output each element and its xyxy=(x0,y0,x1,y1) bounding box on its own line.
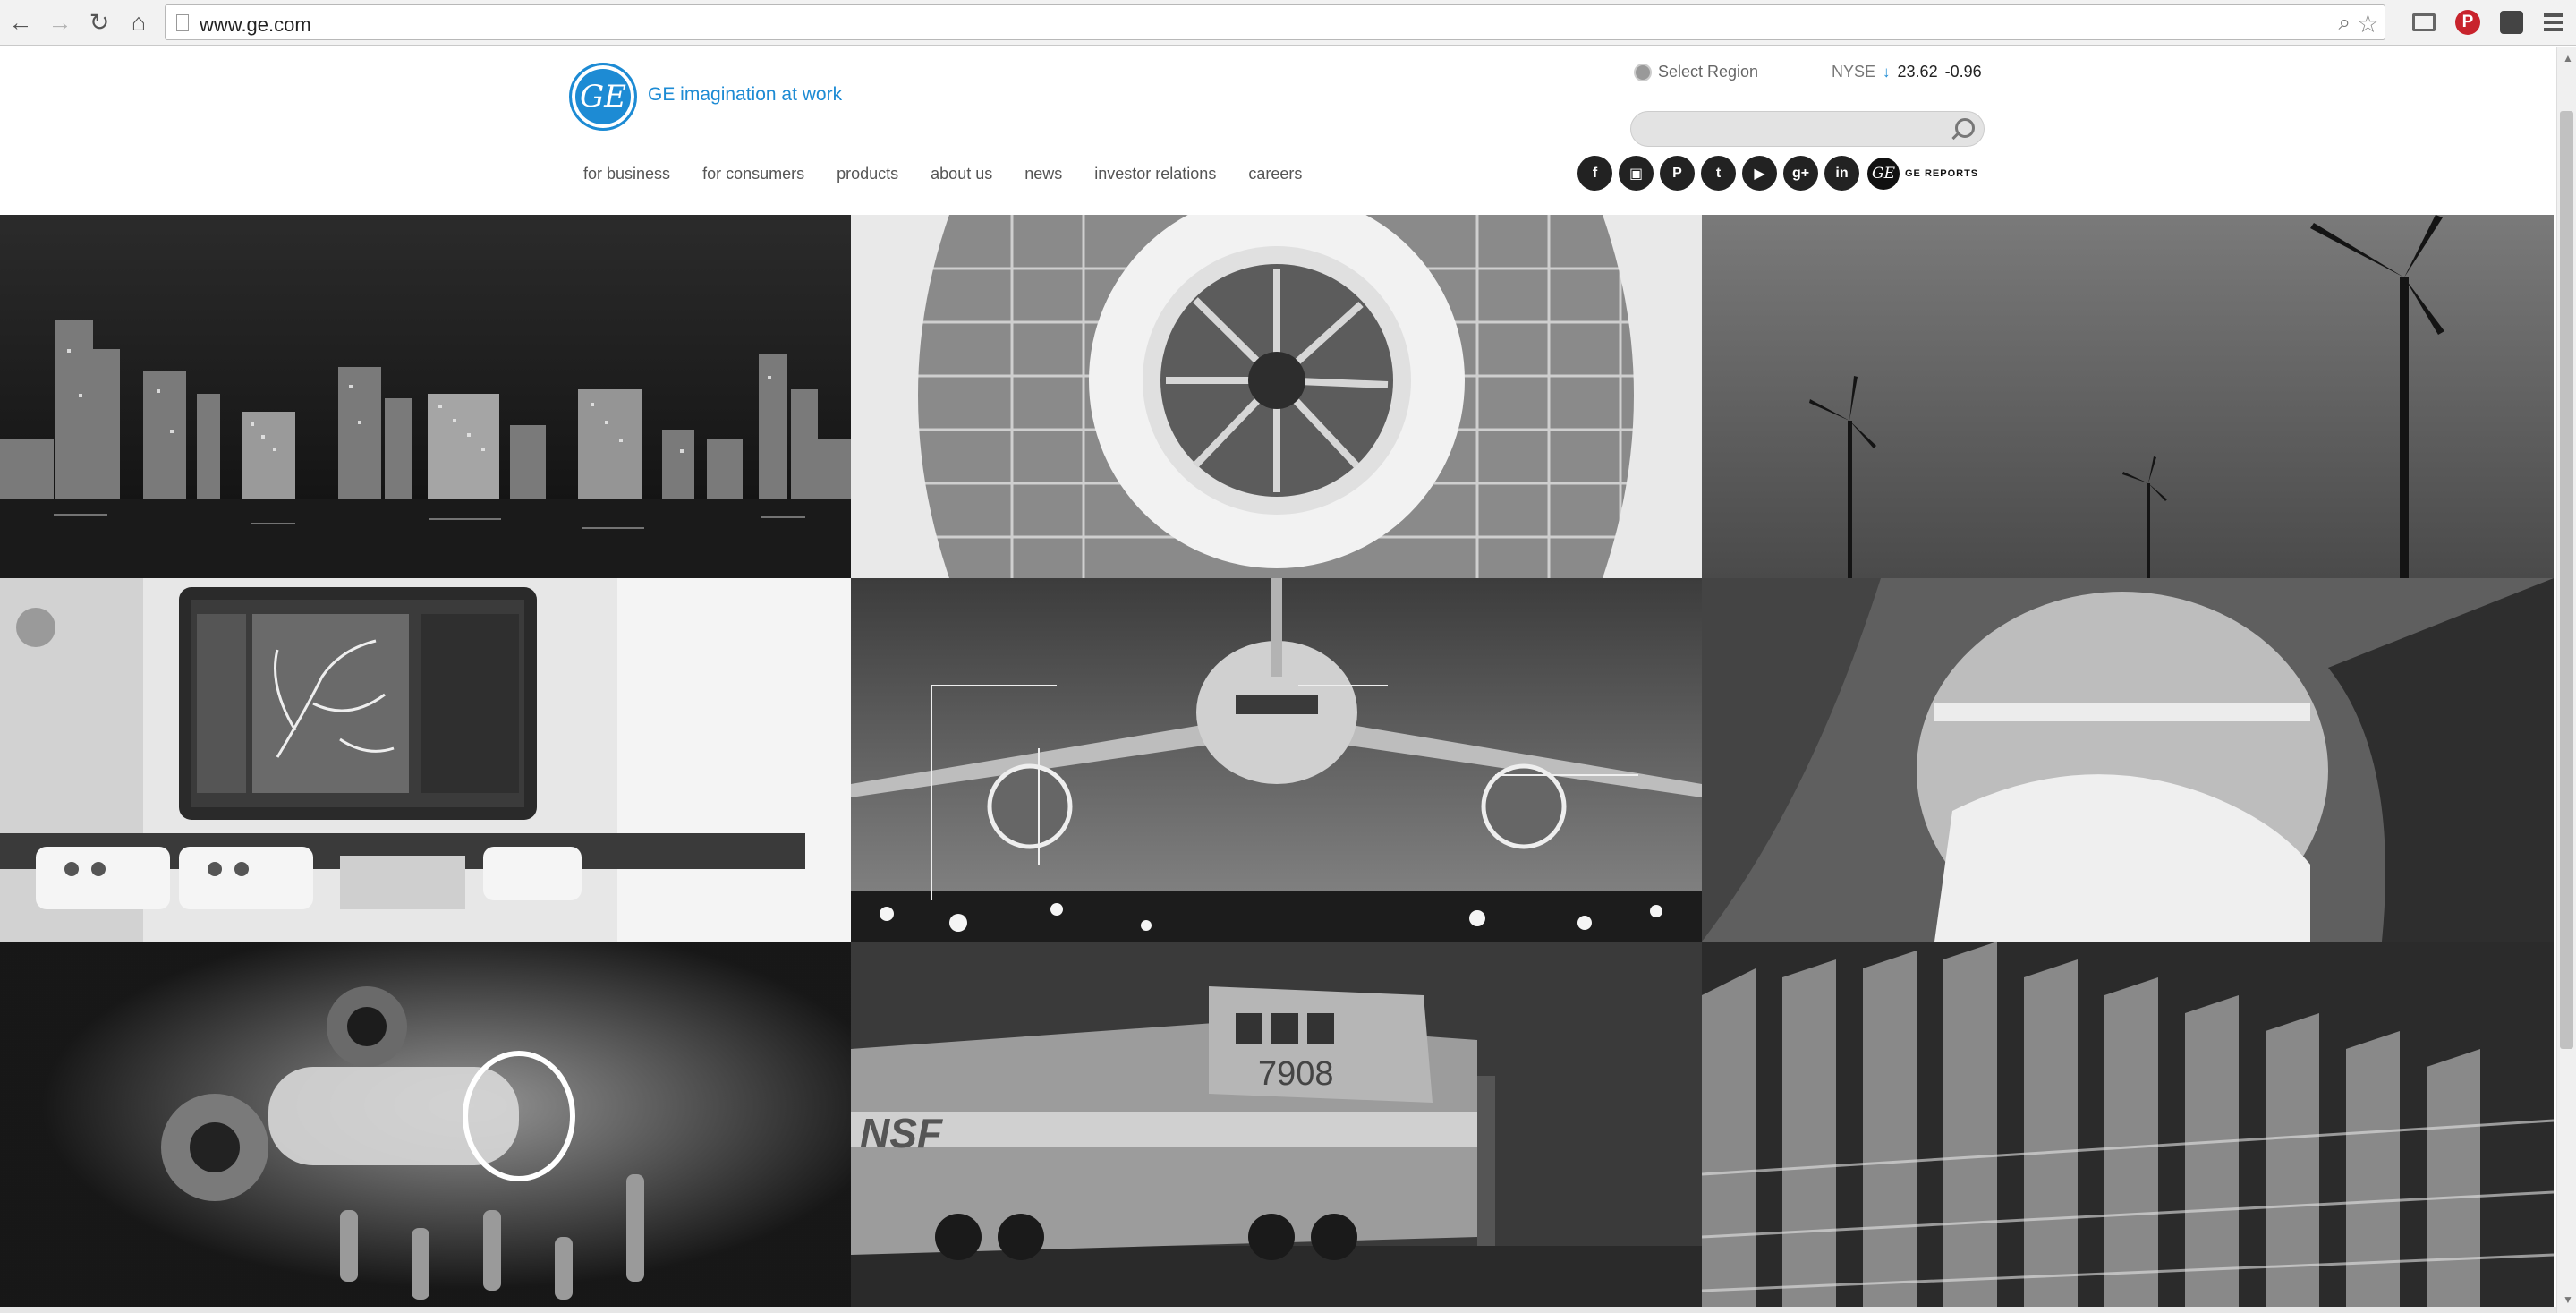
stock-ticker: NYSE ↓ 23.62 -0.96 xyxy=(1832,63,1982,81)
nav-investor-relations[interactable]: investor relations xyxy=(1094,165,1216,183)
page-scrollbar[interactable]: ▲ ▼ xyxy=(2556,47,2576,1313)
facebook-icon[interactable]: f xyxy=(1577,156,1612,191)
page-icon xyxy=(176,14,189,31)
ge-reports-logo: GE xyxy=(1867,157,1900,190)
nav-news[interactable]: news xyxy=(1024,165,1062,183)
pinterest-icon[interactable]: P xyxy=(1660,156,1695,191)
back-button[interactable]: ← xyxy=(5,7,36,38)
menu-bar xyxy=(2544,21,2563,24)
googleplus-icon[interactable]: g+ xyxy=(1783,156,1818,191)
tile-airliner-landing[interactable] xyxy=(851,578,1702,942)
locomotive-image: 7908 NSF xyxy=(851,942,1702,1307)
stock-change: -0.96 xyxy=(1944,63,1982,81)
bookmark-star-icon[interactable]: ☆ xyxy=(2357,9,2379,38)
reload-button[interactable]: ↻ xyxy=(84,7,115,38)
tile-medical-imaging-monitor[interactable] xyxy=(0,578,851,942)
tile-turbine-blades[interactable] xyxy=(1702,942,2554,1307)
search-input[interactable] xyxy=(1645,117,1941,141)
tile-jet-engine[interactable] xyxy=(851,215,1702,578)
globe-icon xyxy=(1634,63,1652,81)
cast-icon xyxy=(2412,13,2436,31)
menu-bar xyxy=(2544,28,2563,31)
zoom-icon[interactable]: ⌕ xyxy=(2339,11,2351,36)
tagline[interactable]: GE imagination at work xyxy=(648,84,842,106)
hero-image-grid: 7908 NSF xyxy=(0,215,2554,1307)
address-bar[interactable]: www.ge.com ⌕ ☆ xyxy=(165,4,2385,40)
nav-for-business[interactable]: for business xyxy=(583,165,670,183)
nav-careers[interactable]: careers xyxy=(1248,165,1302,183)
stock-price: 23.62 xyxy=(1897,63,1938,81)
nav-for-consumers[interactable]: for consumers xyxy=(702,165,804,183)
social-links: f ▣ P t ▶ g+ in GE GE REPORTS xyxy=(1577,156,1978,191)
instagram-icon[interactable]: ▣ xyxy=(1619,156,1654,191)
stock-exchange: NYSE xyxy=(1832,63,1876,81)
arrow-left-icon: ← xyxy=(8,8,33,36)
bottom-edge xyxy=(0,1307,2556,1313)
ge-logo[interactable]: GE xyxy=(569,63,637,131)
medical-imaging-image xyxy=(0,578,851,942)
main-nav: for business for consumers products abou… xyxy=(583,165,1302,183)
wind-turbines-image xyxy=(1702,215,2554,578)
search-icon[interactable] xyxy=(1955,118,1975,138)
tile-glowing-tubes[interactable] xyxy=(0,942,851,1307)
scroll-down-icon[interactable]: ▼ xyxy=(2563,1293,2573,1306)
down-arrow-icon: ↓ xyxy=(1883,63,1891,81)
menu-bar xyxy=(2544,13,2563,17)
url-text[interactable]: www.ge.com xyxy=(200,13,311,37)
puzzle-icon xyxy=(2500,11,2523,34)
ge-reports-link[interactable]: GE GE REPORTS xyxy=(1867,157,1979,190)
pinterest-extension-button[interactable]: P xyxy=(2453,8,2482,37)
search-box xyxy=(1630,111,1985,147)
tile-locomotive[interactable]: 7908 NSF xyxy=(851,942,1702,1307)
nav-about-us[interactable]: about us xyxy=(931,165,992,183)
pipe-landscape-image xyxy=(1702,578,2554,942)
ge-logo-text: GE xyxy=(580,79,626,115)
twitter-icon[interactable]: t xyxy=(1701,156,1736,191)
select-region-label: Select Region xyxy=(1658,63,1759,81)
home-icon: ⌂ xyxy=(131,8,147,36)
tile-wind-turbines[interactable] xyxy=(1702,215,2554,578)
tile-city-skyline-night[interactable] xyxy=(0,215,851,578)
nav-products[interactable]: products xyxy=(837,165,898,183)
turbine-blades-image xyxy=(1702,942,2554,1307)
forward-button[interactable]: → xyxy=(45,7,75,38)
cast-extension-button[interactable] xyxy=(2410,8,2438,37)
scroll-up-icon[interactable]: ▲ xyxy=(2563,52,2573,64)
glowing-tubes-image xyxy=(0,942,851,1307)
locomotive-side-text: NSF xyxy=(860,1110,944,1156)
tile-pipe-snow-landscape[interactable] xyxy=(1702,578,2554,942)
scrollbar-thumb[interactable] xyxy=(2560,111,2573,1049)
arrow-right-icon: → xyxy=(47,8,72,36)
ge-reports-label: GE REPORTS xyxy=(1905,167,1979,179)
browser-toolbar: ← → ↻ ⌂ www.ge.com ⌕ ☆ P xyxy=(0,0,2576,46)
youtube-icon[interactable]: ▶ xyxy=(1742,156,1777,191)
browser-menu-button[interactable] xyxy=(2539,8,2568,37)
select-region-link[interactable]: Select Region xyxy=(1634,63,1758,81)
reload-icon: ↻ xyxy=(89,8,110,36)
extension-button[interactable] xyxy=(2497,8,2526,37)
linkedin-icon[interactable]: in xyxy=(1824,156,1859,191)
city-skyline-image xyxy=(0,215,851,578)
pinterest-icon: P xyxy=(2455,10,2480,35)
home-button[interactable]: ⌂ xyxy=(123,7,154,38)
locomotive-number: 7908 xyxy=(1258,1055,1334,1093)
airliner-image xyxy=(851,578,1702,942)
jet-engine-image xyxy=(851,215,1702,578)
